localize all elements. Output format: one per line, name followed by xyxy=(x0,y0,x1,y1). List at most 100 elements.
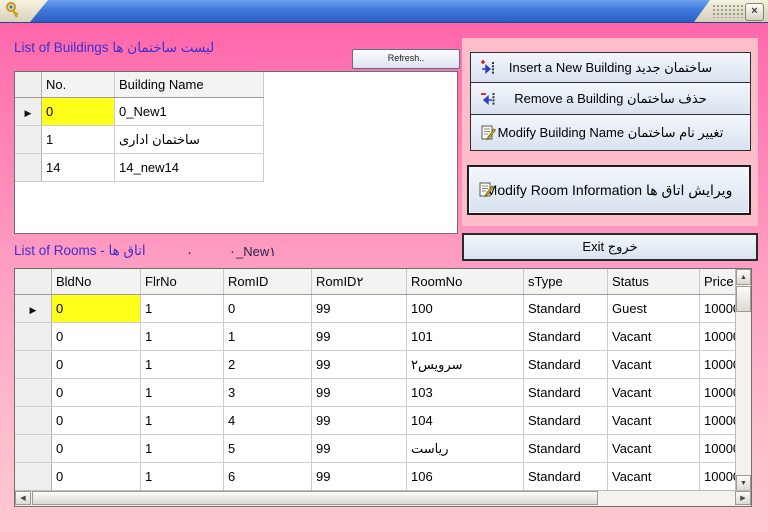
grid-cell[interactable]: Vacant xyxy=(608,463,700,491)
insert-building-button[interactable]: Insert a New Building ساختمان جدید xyxy=(470,52,751,83)
table-row: 01199101StandardVacant100001 xyxy=(15,323,752,351)
grid-cell[interactable]: 106 xyxy=(407,463,524,491)
vertical-scrollbar[interactable]: ▲ ▼ xyxy=(735,269,751,491)
row-selector[interactable]: ▶ xyxy=(15,98,42,126)
grid-cell[interactable]: 99 xyxy=(312,463,407,491)
horizontal-scroll-thumb[interactable] xyxy=(32,491,598,505)
row-selector[interactable] xyxy=(15,126,42,154)
grid-cell[interactable]: Standard xyxy=(524,435,608,463)
grid-cell[interactable]: Standard xyxy=(524,463,608,491)
grid-cell[interactable]: 1 xyxy=(141,435,224,463)
grid-cell[interactable]: 104 xyxy=(407,407,524,435)
close-button[interactable]: × xyxy=(745,3,764,21)
row-selector[interactable] xyxy=(15,351,52,379)
grid-cell[interactable]: 0 xyxy=(52,435,141,463)
grid-cell[interactable]: 1 xyxy=(42,126,115,154)
titlebar[interactable]: × xyxy=(0,0,768,23)
grid-cell[interactable]: Standard xyxy=(524,295,608,323)
column-header[interactable]: Building Name xyxy=(115,72,264,98)
current-row-arrow: ▶ xyxy=(30,305,37,315)
table-row: 01599ریاستStandardVacant100002 xyxy=(15,435,752,463)
column-header[interactable]: RomID۲ xyxy=(312,269,407,295)
table-row: 01699106StandardVacant100001 xyxy=(15,463,752,491)
grid-cell[interactable]: Vacant xyxy=(608,407,700,435)
column-header[interactable]: No. xyxy=(42,72,115,98)
grid-cell[interactable]: Standard xyxy=(524,323,608,351)
data-grid-table: No.Building Name ▶00_New11ساختمان اداری14… xyxy=(15,72,264,182)
grid-cell[interactable]: 5 xyxy=(224,435,312,463)
grid-cell[interactable]: 0 xyxy=(52,379,141,407)
grid-cell[interactable]: 99 xyxy=(312,435,407,463)
grid-cell[interactable]: 0_New1 xyxy=(115,98,264,126)
grid-cell[interactable]: 1 xyxy=(141,295,224,323)
column-header[interactable]: BldNo xyxy=(52,269,141,295)
grid-cell[interactable]: 1 xyxy=(141,407,224,435)
grid-cell[interactable]: 1 xyxy=(141,379,224,407)
scroll-down-button[interactable]: ▼ xyxy=(736,475,751,491)
grid-cell[interactable]: 99 xyxy=(312,295,407,323)
grid-cell[interactable]: Vacant xyxy=(608,323,700,351)
horizontal-scrollbar[interactable]: ◀ ▶ xyxy=(15,490,751,506)
grid-cell[interactable]: 99 xyxy=(312,323,407,351)
rooms-grid[interactable]: BldNoFlrNoRomIDRomID۲RoomNosTypeStatusPr… xyxy=(14,268,752,507)
grid-cell[interactable]: 2 xyxy=(224,351,312,379)
grid-cell[interactable]: 103 xyxy=(407,379,524,407)
grid-cell[interactable]: سرویس۲ xyxy=(407,351,524,379)
grid-cell[interactable]: 1 xyxy=(141,351,224,379)
column-header[interactable]: RomID xyxy=(224,269,312,295)
grid-cell[interactable]: 99 xyxy=(312,407,407,435)
grid-cell[interactable]: 0 xyxy=(52,295,141,323)
modify-building-name-button[interactable]: Modify Building Name تغییر نام ساختمان xyxy=(470,114,751,151)
grid-cell[interactable]: 99 xyxy=(312,379,407,407)
row-selector[interactable] xyxy=(15,463,52,491)
grid-cell[interactable]: 1 xyxy=(141,323,224,351)
grid-cell[interactable]: 0 xyxy=(52,463,141,491)
scroll-right-button[interactable]: ▶ xyxy=(735,491,751,505)
grid-cell[interactable]: Vacant xyxy=(608,351,700,379)
grid-cell[interactable]: Standard xyxy=(524,351,608,379)
grid-cell[interactable]: 99 xyxy=(312,351,407,379)
scroll-up-button[interactable]: ▲ xyxy=(736,269,751,285)
grid-cell[interactable]: 0 xyxy=(52,407,141,435)
grid-cell[interactable]: Standard xyxy=(524,407,608,435)
grid-cell[interactable]: ساختمان اداری xyxy=(115,126,264,154)
row-selector[interactable] xyxy=(15,435,52,463)
row-selector[interactable] xyxy=(15,379,52,407)
grid-cell[interactable]: 0 xyxy=(42,98,115,126)
grid-cell[interactable]: 0 xyxy=(52,323,141,351)
row-selector[interactable]: ▶ xyxy=(15,295,52,323)
row-selector[interactable] xyxy=(15,154,42,182)
vertical-scroll-thumb[interactable] xyxy=(736,286,751,312)
refresh-button[interactable]: Refresh.. xyxy=(352,49,460,69)
exit-button[interactable]: Exit خروج xyxy=(462,233,758,261)
column-header[interactable]: RoomNo xyxy=(407,269,524,295)
grid-cell[interactable]: 6 xyxy=(224,463,312,491)
grid-cell[interactable]: 1 xyxy=(224,323,312,351)
buildings-grid[interactable]: No.Building Name ▶00_New11ساختمان اداری14… xyxy=(14,71,458,234)
grid-cell[interactable]: 14 xyxy=(42,154,115,182)
grid-cell[interactable]: 100 xyxy=(407,295,524,323)
table-row: 1414_new14 xyxy=(15,154,264,182)
modify-room-information-button[interactable]: Modify Room Information ویرایش اتاق ها xyxy=(467,165,751,215)
grid-cell[interactable]: 101 xyxy=(407,323,524,351)
titlebar-left-cap xyxy=(0,0,48,22)
grid-cell[interactable]: 0 xyxy=(52,351,141,379)
column-header[interactable]: FlrNo xyxy=(141,269,224,295)
titlebar-grip[interactable] xyxy=(712,4,744,18)
grid-cell[interactable]: Guest xyxy=(608,295,700,323)
grid-cell[interactable]: 1 xyxy=(141,463,224,491)
column-header[interactable]: sType xyxy=(524,269,608,295)
grid-cell[interactable]: 14_new14 xyxy=(115,154,264,182)
row-selector[interactable] xyxy=(15,407,52,435)
grid-cell[interactable]: Vacant xyxy=(608,379,700,407)
column-header[interactable]: Status xyxy=(608,269,700,295)
remove-building-button[interactable]: Remove a Building حذف ساختمان xyxy=(470,82,751,115)
grid-cell[interactable]: Standard xyxy=(524,379,608,407)
grid-cell[interactable]: ریاست xyxy=(407,435,524,463)
grid-cell[interactable]: 4 xyxy=(224,407,312,435)
grid-cell[interactable]: 3 xyxy=(224,379,312,407)
scroll-left-button[interactable]: ◀ xyxy=(15,491,31,505)
grid-cell[interactable]: Vacant xyxy=(608,435,700,463)
row-selector[interactable] xyxy=(15,323,52,351)
grid-cell[interactable]: 0 xyxy=(224,295,312,323)
